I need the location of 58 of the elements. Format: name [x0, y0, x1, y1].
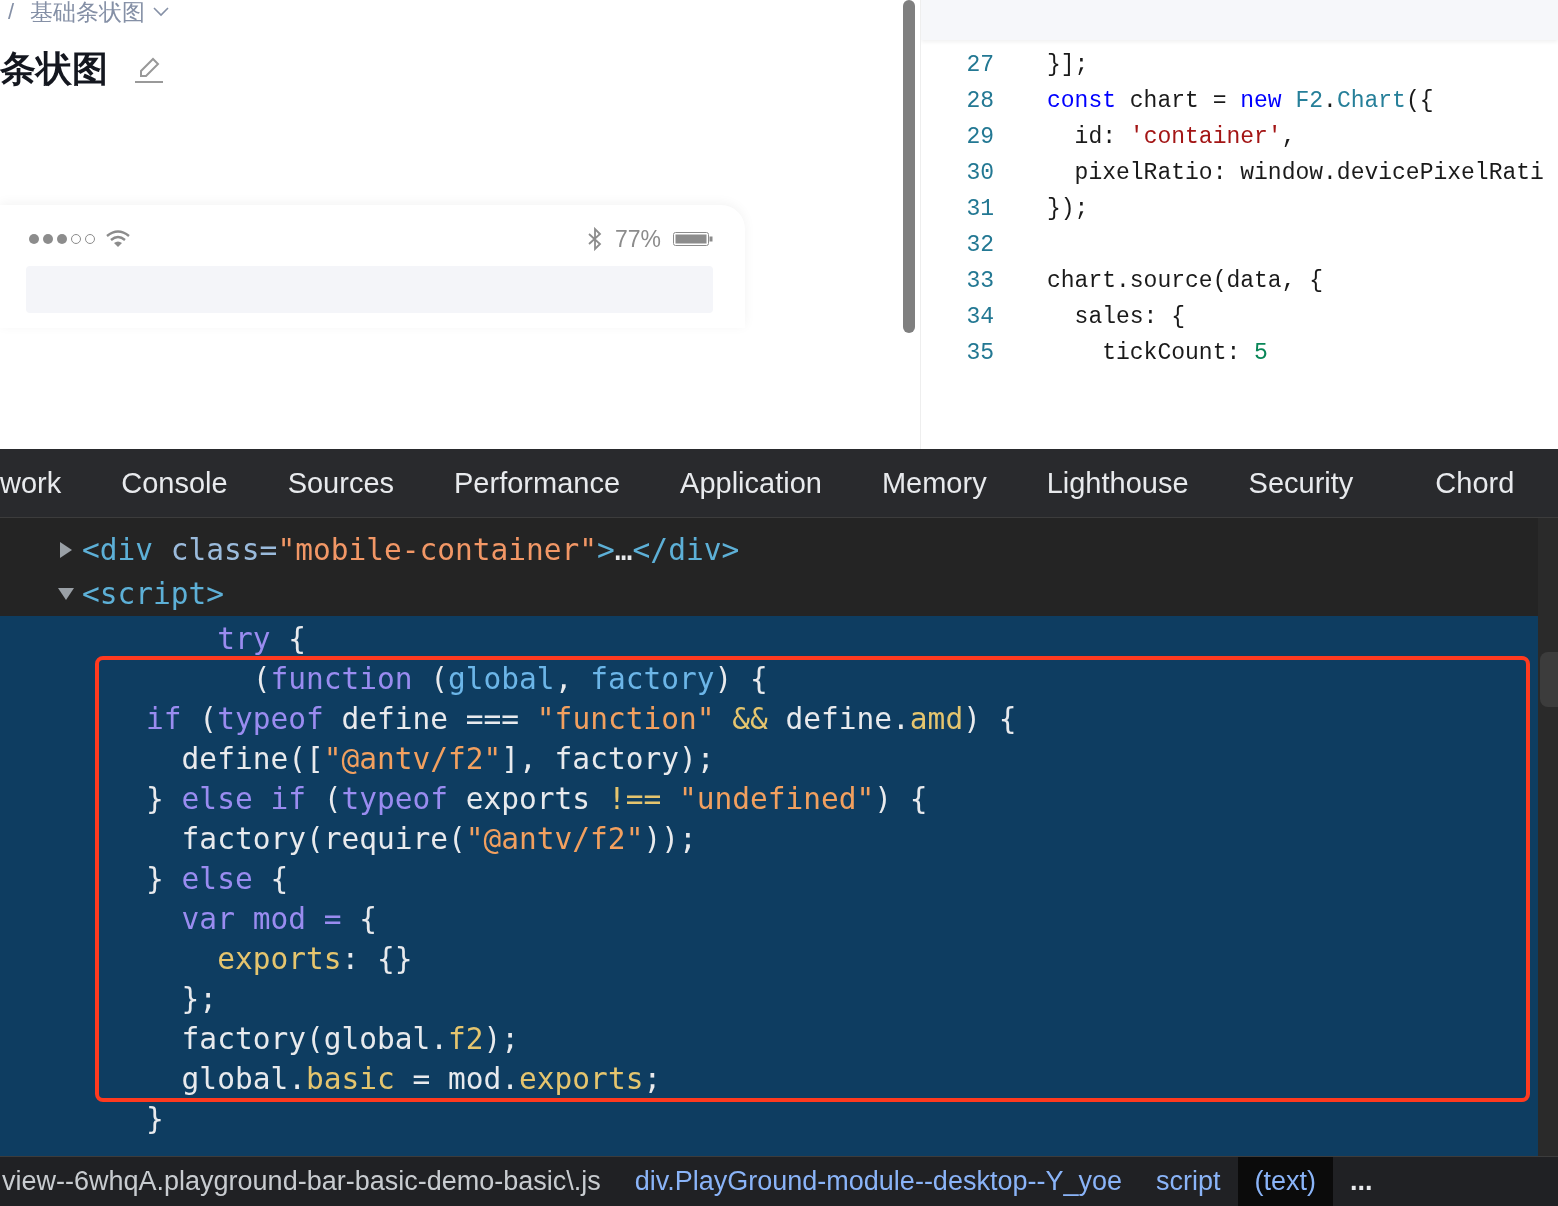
devtools-tab[interactable]: Console: [91, 460, 258, 506]
devtools-tab[interactable]: Lighthouse: [1016, 460, 1219, 506]
code-line: }: [145, 1101, 165, 1138]
breadcrumb-item[interactable]: script: [1139, 1157, 1238, 1206]
code-line: pixelRatio: window.devicePixelRati: [1073, 160, 1544, 186]
line-number: 28: [965, 88, 994, 114]
line-number: 31: [965, 196, 994, 222]
triangle-down-icon[interactable]: [58, 586, 74, 602]
dom-node[interactable]: <div class="mobile-container">…</div>: [82, 533, 740, 567]
more-button[interactable]: ...: [1333, 1157, 1390, 1206]
devtools-tab[interactable]: Chord: [1383, 460, 1515, 506]
selected-text-node[interactable]: [0, 616, 1538, 1156]
triangle-right-icon[interactable]: [58, 542, 74, 558]
breadcrumb-item[interactable]: (text): [1237, 1157, 1333, 1206]
code-line: (function (global, factory) {: [251, 661, 769, 698]
code-line: }];: [1047, 52, 1089, 78]
scrollbar-thumb[interactable]: [903, 0, 915, 333]
devtools-tab[interactable]: Security: [1218, 460, 1384, 506]
code-line: factory(global.f2);: [180, 1021, 521, 1058]
breadcrumb-item[interactable]: view--6whqA.playground-bar-basic-demo-basic\.js: [0, 1157, 618, 1206]
devtools-tab[interactable]: Application: [650, 460, 852, 506]
code-line: });: [1047, 196, 1089, 222]
battery-icon: [673, 231, 713, 247]
code-line: id: 'container',: [1073, 124, 1296, 150]
line-number: 34: [965, 304, 994, 330]
code-line: define(["@antv/f2"], factory);: [180, 741, 716, 778]
devtools-tab[interactable]: Performance: [424, 460, 651, 506]
line-number: 35: [965, 340, 994, 366]
code-line: exports: {}: [216, 941, 414, 978]
chevron-down-icon[interactable]: [153, 7, 170, 17]
devtools-tab[interactable]: Sources: [257, 460, 425, 506]
breadcrumb-separator: /: [8, 0, 15, 24]
bluetooth-icon: [586, 227, 603, 251]
code-line: chart.source(data, {: [1047, 268, 1324, 294]
wifi-icon: [106, 230, 130, 248]
breadcrumb-item[interactable]: div.PlayGround-module--desktop--Y_yoe: [617, 1157, 1139, 1206]
line-number: 27: [965, 52, 994, 78]
code-line: sales: {: [1073, 304, 1186, 330]
devtools-tab[interactable]: Memory: [851, 460, 1017, 506]
line-number: 32: [965, 232, 994, 258]
battery-percentage: 77%: [614, 225, 661, 253]
code-line: var mod = {: [180, 901, 378, 938]
devtools-tab[interactable]: work: [0, 460, 92, 506]
code-line: try {: [216, 621, 307, 658]
code-line: factory(require("@antv/f2"));: [180, 821, 698, 858]
code-line: if (typeof define === "function" && define.amd) {: [145, 701, 1018, 738]
page-title: 条状图: [0, 47, 108, 91]
line-number: 30: [965, 160, 994, 186]
code-line: } else {: [145, 861, 290, 898]
dom-node[interactable]: <script>: [82, 577, 225, 611]
line-number: 33: [965, 268, 994, 294]
code-line: };: [180, 981, 219, 1018]
signal-dots-icon: [28, 233, 96, 245]
line-number: 29: [965, 124, 994, 150]
code-line: } else if (typeof exports !== "undefined") {: [145, 781, 929, 818]
code-line: const chart = new F2.Chart({: [1047, 88, 1434, 114]
code-line: tickCount: 5: [1101, 340, 1268, 366]
code-line: global.basic = mod.exports;: [180, 1061, 663, 1098]
